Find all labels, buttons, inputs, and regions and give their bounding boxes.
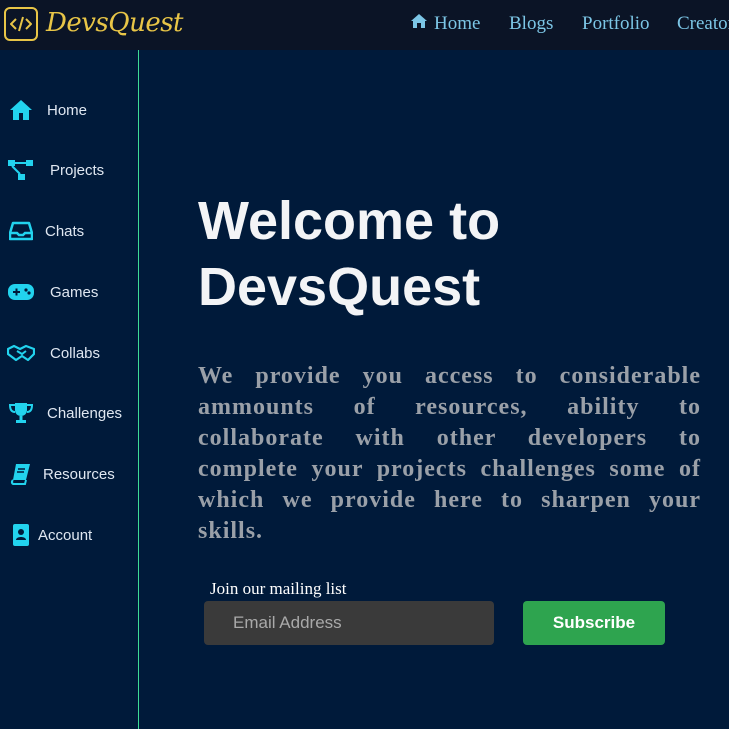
sidebar-item-label: Challenges	[47, 404, 123, 422]
sidebar-item-games[interactable]: Games	[0, 272, 138, 312]
nav-creator[interactable]: Creator	[677, 13, 729, 35]
sidebar-item-challenges[interactable]: Challenges	[0, 393, 138, 433]
handshake-icon	[7, 339, 35, 367]
sidebar-item-label: Games	[50, 283, 99, 301]
mailing-list-label: Join our mailing list	[210, 579, 347, 598]
book-icon	[7, 460, 35, 488]
sidebar-item-label: Collabs	[50, 344, 101, 362]
top-navbar: DevsQuest Home Blogs Portfolio Creator	[0, 0, 729, 50]
nav-portfolio[interactable]: Portfolio	[582, 13, 650, 35]
gamepad-icon	[7, 278, 35, 306]
page-title: Welcome to DevsQuest	[198, 188, 698, 320]
contact-book-icon	[7, 521, 35, 549]
hero-description: We provide you access to considerable am…	[198, 363, 701, 544]
nav-portfolio-label: Portfolio	[582, 13, 650, 34]
project-diagram-icon	[7, 156, 35, 184]
brand-name[interactable]: DevsQuest	[46, 8, 184, 38]
sidebar-item-chats[interactable]: Chats	[0, 211, 138, 251]
page-title-line1: Welcome to	[198, 191, 501, 251]
sidebar-item-resources[interactable]: Resources	[0, 454, 138, 494]
nav-home[interactable]: Home	[410, 13, 480, 35]
sidebar-item-label: Account	[38, 526, 93, 544]
code-icon[interactable]	[4, 7, 38, 41]
inbox-icon	[7, 217, 35, 245]
trophy-icon	[7, 399, 35, 427]
sidebar-item-collabs[interactable]: Collabs	[0, 333, 138, 373]
nav-blogs-label: Blogs	[509, 13, 554, 34]
nav-blogs[interactable]: Blogs	[509, 13, 553, 35]
sidebar-item-projects[interactable]: Projects	[0, 150, 138, 190]
sidebar-item-label: Resources	[43, 465, 115, 483]
page-title-line2: DevsQuest	[198, 257, 481, 317]
email-field[interactable]	[204, 601, 494, 645]
sidebar-item-home[interactable]: Home	[0, 90, 138, 130]
home-icon	[7, 96, 35, 124]
sidebar: Home Projects Chats Games Collabs Challe…	[0, 50, 139, 729]
sidebar-item-label: Chats	[45, 222, 85, 240]
home-icon	[410, 13, 428, 35]
sidebar-item-label: Home	[47, 101, 88, 119]
nav-home-label: Home	[434, 13, 481, 34]
sidebar-item-account[interactable]: Account	[0, 515, 138, 555]
subscribe-button[interactable]: Subscribe	[523, 601, 665, 645]
nav-creator-label: Creator	[677, 13, 729, 34]
sidebar-item-label: Projects	[50, 161, 105, 179]
